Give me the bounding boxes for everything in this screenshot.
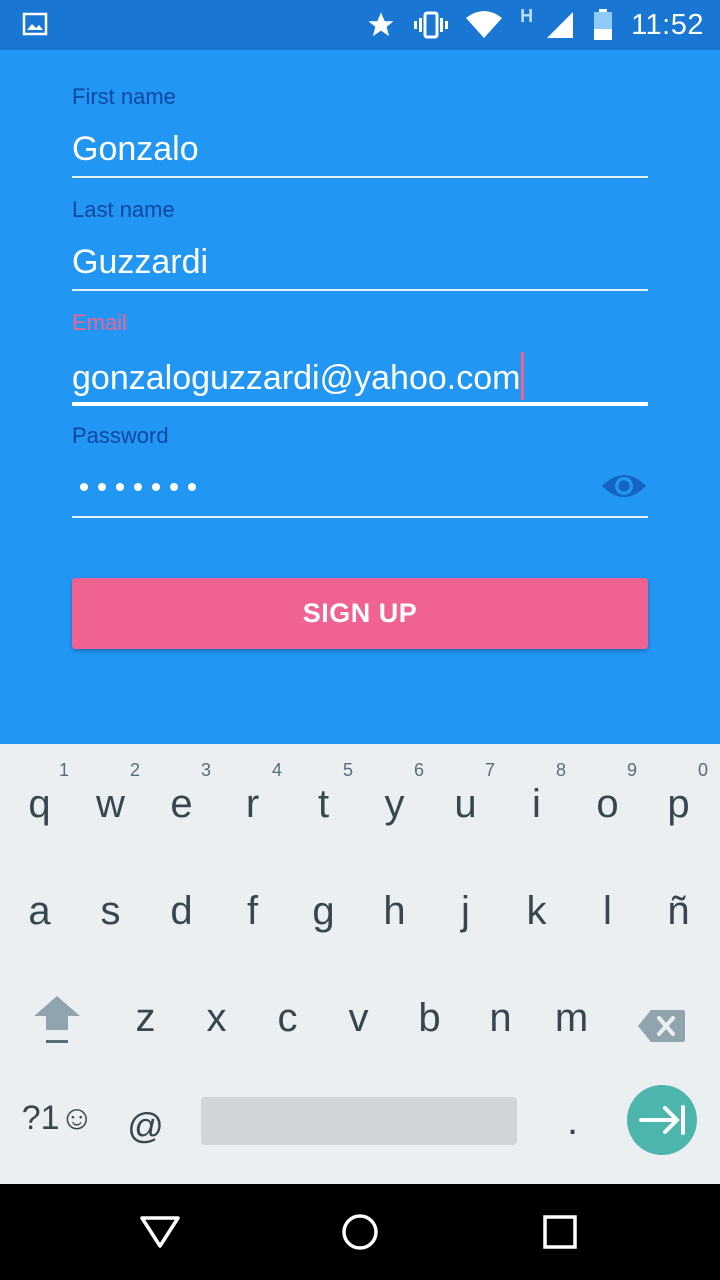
clock: 11:52	[631, 8, 704, 41]
key-l[interactable]: l	[572, 851, 643, 951]
status-bar: H 11:52	[0, 0, 720, 50]
backspace-icon[interactable]	[637, 1008, 687, 1044]
key-x[interactable]: x	[181, 958, 252, 1058]
key-period[interactable]: .	[537, 1065, 608, 1165]
image-icon	[22, 12, 48, 36]
key-t[interactable]: 5t	[288, 744, 359, 844]
key-n[interactable]: n	[465, 958, 536, 1058]
key-f[interactable]: f	[217, 851, 288, 951]
signal-icon	[547, 12, 574, 38]
soft-keyboard: 1q 2w 3e 4r 5t 6y 7u 8i 9o 0p a s d f g …	[0, 744, 720, 1184]
eye-icon[interactable]	[600, 468, 648, 504]
text-cursor	[521, 352, 525, 400]
back-icon[interactable]	[136, 1208, 184, 1256]
last-name-label: Last name	[72, 197, 175, 222]
space-bar[interactable]	[201, 1097, 517, 1145]
key-q[interactable]: 1q	[4, 744, 75, 844]
last-name-input[interactable]: Guzzardi	[72, 243, 208, 282]
key-o[interactable]: 9o	[572, 744, 643, 844]
shift-icon[interactable]	[32, 994, 82, 1048]
key-c[interactable]: c	[252, 958, 323, 1058]
first-name-input[interactable]: Gonzalo	[72, 130, 199, 169]
key-e[interactable]: 3e	[146, 744, 217, 844]
email-value: gonzaloguzzardi@yahoo.com	[72, 358, 521, 397]
key-g[interactable]: g	[288, 851, 359, 951]
email-underline	[72, 402, 648, 406]
email-label: Email	[72, 310, 128, 335]
key-z[interactable]: z	[110, 958, 181, 1058]
key-v[interactable]: v	[323, 958, 394, 1058]
key-j[interactable]: j	[430, 851, 501, 951]
key-i[interactable]: 8i	[501, 744, 572, 844]
key-d[interactable]: d	[146, 851, 217, 951]
navigation-bar	[0, 1184, 720, 1280]
sign-up-button[interactable]: SIGN UP	[72, 578, 648, 649]
recents-icon[interactable]	[536, 1208, 584, 1256]
password-label: Password	[72, 423, 169, 448]
key-y[interactable]: 6y	[359, 744, 430, 844]
first-name-underline	[72, 176, 648, 178]
network-type: H	[520, 5, 534, 26]
key-s[interactable]: s	[75, 851, 146, 951]
key-w[interactable]: 2w	[75, 744, 146, 844]
home-icon[interactable]	[336, 1208, 384, 1256]
key-at[interactable]: @	[110, 1065, 181, 1165]
key-u[interactable]: 7u	[430, 744, 501, 844]
key-a[interactable]: a	[4, 851, 75, 951]
vibrate-icon	[414, 11, 449, 39]
battery-icon	[594, 9, 613, 40]
key-b[interactable]: b	[394, 958, 465, 1058]
email-input[interactable]: gonzaloguzzardi@yahoo.com	[72, 352, 525, 404]
key-r[interactable]: 4r	[217, 744, 288, 844]
last-name-underline	[72, 289, 648, 291]
key-m[interactable]: m	[536, 958, 607, 1058]
password-input[interactable]	[80, 483, 196, 491]
next-arrow-icon	[639, 1105, 685, 1135]
password-underline	[72, 516, 648, 518]
wifi-icon	[466, 11, 503, 38]
symbols-key[interactable]: ?1☺	[18, 1065, 98, 1165]
key-n-tilde[interactable]: ñ	[643, 851, 714, 951]
star-icon	[368, 12, 394, 37]
key-h[interactable]: h	[359, 851, 430, 951]
key-p[interactable]: 0p	[643, 744, 714, 844]
next-field-button[interactable]	[627, 1085, 697, 1155]
first-name-label: First name	[72, 84, 176, 109]
key-k[interactable]: k	[501, 851, 572, 951]
